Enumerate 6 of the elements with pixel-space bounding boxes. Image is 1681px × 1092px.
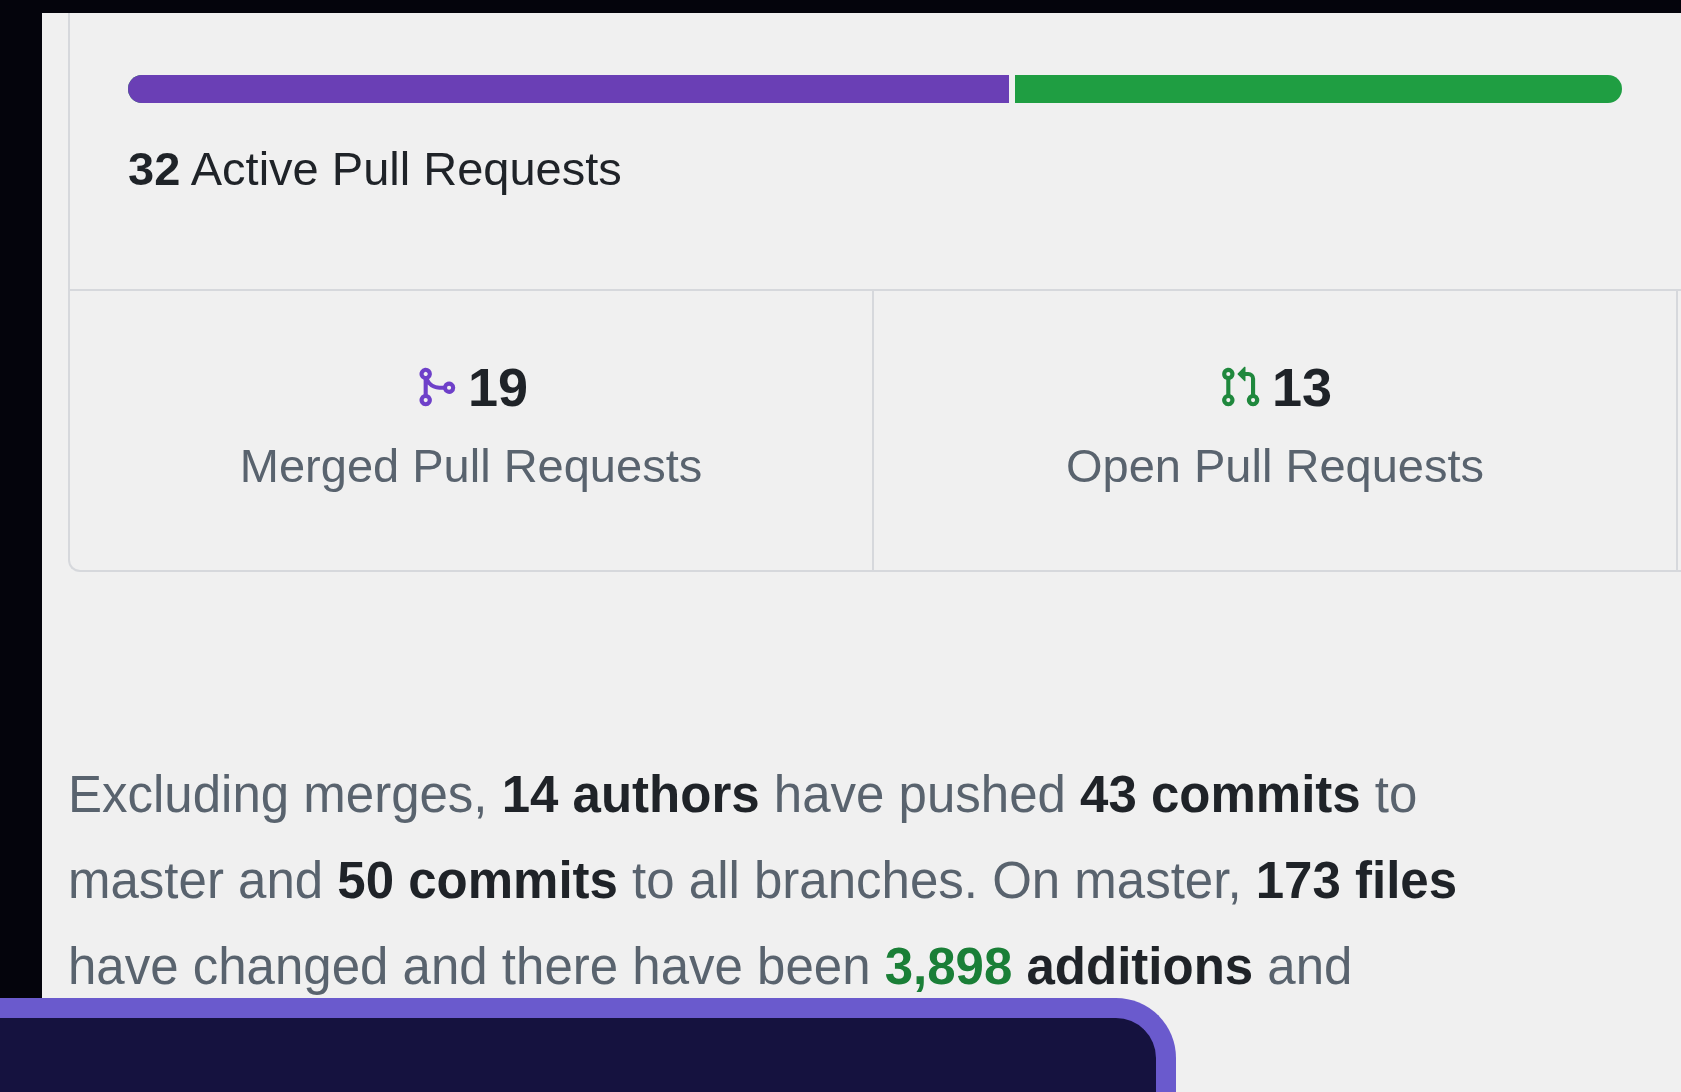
stat-count: 13 bbox=[1271, 356, 1333, 418]
active-pull-requests-text: 32 Active Pull Requests bbox=[128, 141, 622, 196]
stat-label: Open Pull Requests bbox=[1066, 438, 1484, 493]
stat-count: 19 bbox=[467, 356, 529, 418]
stat-label: Merged Pull Requests bbox=[239, 438, 703, 493]
commit-summary-text: Excluding merges, 14 authors have pushed 43 commits to master and 50 commits to all branches. On master, 173 files have changed and there have been 3,898 additions and bbox=[68, 765, 1459, 997]
